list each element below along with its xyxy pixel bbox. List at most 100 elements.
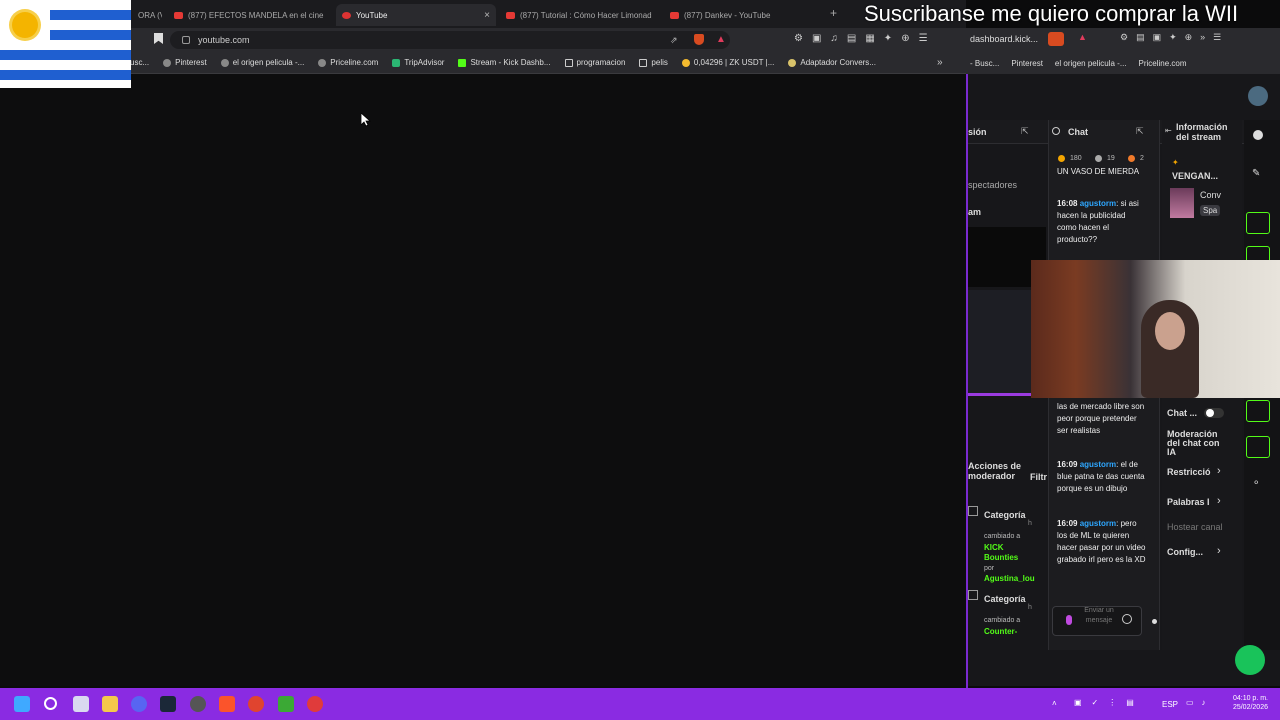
folder-icon — [564, 58, 573, 67]
address-bar[interactable]: youtube.com — [170, 31, 730, 49]
bookmark-item[interactable]: Adaptador Convers... — [788, 58, 876, 67]
filter-label[interactable]: Filtr — [1030, 472, 1047, 482]
share-icon[interactable]: ⇗ — [670, 35, 678, 46]
tab-item[interactable]: (877) Dankev - YouTube — [664, 4, 824, 26]
clip-button[interactable] — [1246, 212, 1270, 234]
more-bookmarks-icon[interactable]: » — [937, 57, 943, 68]
send-icon[interactable] — [1152, 619, 1157, 624]
bookmark-label: programacion — [576, 58, 626, 67]
bookmark-label[interactable]: - Busc... — [970, 59, 999, 68]
media-player-icon[interactable] — [307, 696, 323, 712]
category-value: KICK Bounties por Agustina_lou — [984, 543, 1035, 583]
tab-item[interactable]: ORA (V — [132, 4, 162, 26]
steam-icon[interactable] — [160, 696, 176, 712]
popout-icon[interactable]: ⇱ — [1021, 126, 1029, 137]
chrome-icon[interactable] — [248, 696, 264, 712]
bookmark-item[interactable]: Stream - Kick Dashb... — [458, 58, 551, 67]
pencil-icon[interactable]: ✎ — [1252, 168, 1260, 179]
system-icons[interactable]: ▭♪ — [1186, 698, 1214, 707]
stat-value: 180 — [1070, 155, 1082, 162]
brave-shield-icon[interactable] — [694, 34, 704, 45]
chevron-right-icon: › — [1217, 545, 1221, 557]
restriction-link[interactable]: Restricció — [1167, 467, 1211, 477]
close-tab-icon[interactable]: × — [484, 10, 490, 21]
brave-rewards-icon[interactable]: ▲ — [716, 34, 726, 45]
config-link[interactable]: Config... — [1167, 547, 1203, 557]
tab-label: (877) Tutorial : Cómo Hacer Limonad — [520, 10, 652, 20]
tray-icons[interactable]: ▣✓⋮▤ — [1074, 698, 1144, 707]
chat-username[interactable]: agustorm — [1080, 519, 1116, 528]
bookmark-label: el origen pelicula -... — [232, 58, 305, 67]
brave-shield-icon[interactable] — [1048, 32, 1064, 46]
bookmark-label: 0,04296 | ZK USDT |... — [693, 58, 775, 67]
bookmark-label: usc... — [130, 58, 150, 67]
site-settings-icon[interactable] — [182, 36, 190, 44]
bookmark-label[interactable]: el origen pelicula -... — [1055, 59, 1127, 68]
bookmark-label[interactable]: Priceline.com — [1139, 59, 1187, 68]
clock[interactable]: 04:10 p. m. 25/02/2026 — [1228, 694, 1268, 712]
tray-chevron-icon[interactable]: ˄ — [1052, 699, 1057, 708]
chat-message: 16:09 agustorm: pero los de ML te quiere… — [1057, 519, 1146, 564]
bookmark-item[interactable]: 0,04296 | ZK USDT |... — [681, 58, 775, 67]
discord-icon[interactable] — [131, 696, 147, 712]
brave-rewards-icon[interactable]: ▲ — [1078, 32, 1087, 42]
microphone-icon[interactable] — [1066, 615, 1072, 625]
obs-icon[interactable] — [190, 696, 206, 712]
task-view-icon[interactable] — [73, 696, 89, 712]
right-toolbar: dashboard.kick... ▲ ⚙▤▣✦⊕»☰ — [966, 28, 1280, 52]
emoji-icon[interactable] — [1122, 614, 1132, 624]
share-icon[interactable]: ⚬ — [1252, 478, 1260, 489]
chevron-right-icon: › — [1217, 465, 1221, 477]
brave-icon[interactable] — [219, 696, 235, 712]
tab-active[interactable]: YouTube × — [336, 4, 496, 26]
bookmark-item[interactable]: Pinterest — [163, 58, 207, 67]
chat-toggle[interactable] — [1204, 408, 1224, 418]
page-content — [0, 74, 966, 686]
collapse-icon[interactable]: ⇤ — [1165, 126, 1172, 135]
bookmark-folder[interactable]: pelis — [639, 58, 668, 67]
chat-message: las de mercado libre son peor porque pre… — [1057, 402, 1145, 435]
layers-button[interactable] — [1246, 400, 1270, 422]
bookmark-item[interactable]: TripAdvisor — [392, 58, 444, 67]
bookmark-label[interactable]: Pinterest — [1011, 59, 1043, 68]
bookmark-folder[interactable]: programacion — [564, 58, 626, 67]
extension-icons[interactable]: ⚙▤▣✦⊕»☰ — [1120, 32, 1229, 43]
windows-start-icon[interactable] — [14, 696, 30, 712]
tab-item[interactable]: (877) EFECTOS MANDELA en el cine — [168, 4, 332, 26]
bookmark-item[interactable]: el origen pelicula -... — [220, 58, 305, 67]
search-icon[interactable] — [44, 697, 57, 710]
bookmark-item[interactable]: usc... — [130, 58, 149, 67]
category-icon — [968, 590, 978, 600]
support-button[interactable] — [1235, 645, 1265, 675]
category-changed: cambiado a — [984, 617, 1021, 624]
chat-username[interactable]: agustorm — [1080, 460, 1116, 469]
words-link[interactable]: Palabras I — [1167, 497, 1210, 507]
viewers-icon — [1095, 155, 1102, 162]
info-title: Información del stream — [1176, 122, 1228, 142]
category-icon — [968, 506, 978, 516]
bookmark-label: Pinterest — [175, 58, 207, 67]
right-url[interactable]: dashboard.kick... — [970, 34, 1038, 44]
tab-label: YouTube — [356, 10, 388, 20]
youtube-icon — [174, 11, 183, 19]
new-tab-button[interactable]: + — [830, 6, 837, 20]
category-changed: cambiado a — [984, 533, 1021, 540]
wrench-button[interactable] — [1246, 436, 1270, 458]
popout-icon[interactable]: ⇱ — [1136, 126, 1144, 137]
bookmark-item[interactable]: Priceline.com — [318, 58, 378, 67]
info-icon[interactable] — [1253, 130, 1263, 140]
file-explorer-icon[interactable] — [102, 696, 118, 712]
avatar[interactable] — [1248, 86, 1268, 106]
spectators-label: spectadores — [968, 180, 1018, 190]
loading-icon — [342, 11, 351, 19]
ai-moderation-label[interactable]: Moderación del chat con IA — [1167, 430, 1225, 457]
right-bookmarks-bar: - Busc... Pinterest el origen pelicula -… — [966, 52, 1280, 74]
minecraft-icon[interactable] — [278, 696, 294, 712]
tab-item[interactable]: (877) Tutorial : Cómo Hacer Limonad — [500, 4, 660, 26]
language-indicator[interactable]: ESP — [1162, 700, 1178, 709]
extension-icons[interactable]: ⚙▣♫▤▦✦⊕☰ — [794, 33, 937, 44]
chat-username[interactable]: agustorm — [1080, 199, 1116, 208]
chat-icon — [1052, 127, 1060, 135]
webcam-feed — [1031, 260, 1280, 398]
kick-icon — [458, 58, 467, 67]
